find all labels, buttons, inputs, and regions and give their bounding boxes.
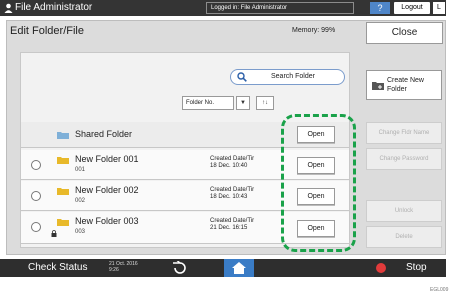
back-icon[interactable] [170,261,190,275]
check-status-button[interactable]: Check Status [28,261,87,275]
delete-button[interactable]: Delete [366,226,442,248]
folder-number: 003 [75,229,86,235]
search-folder-button[interactable]: Search Folder [230,69,345,85]
folder-name: New Folder 001 [75,154,139,164]
help-button[interactable]: ? [370,2,390,14]
folder-name: New Folder 003 [75,216,139,226]
folder-icon [57,157,69,164]
folder-icon [57,188,69,195]
app-title: File Administrator [15,2,93,13]
login-status: Logged in: File Administrator [206,2,354,14]
search-folder-label: Search Folder [271,73,315,80]
new-folder-icon [372,82,384,90]
stop-icon [376,263,386,273]
lock-icon [51,230,57,237]
change-password-button[interactable]: Change Password [366,148,442,170]
home-button[interactable] [224,259,254,277]
created-date: Created Date/Tir 21 Dec. 16:15 [210,218,255,231]
page-title: Edit Folder/File [10,25,84,37]
radio-button[interactable] [31,222,41,232]
radio-button[interactable] [31,160,41,170]
figure-id: EGL009 [430,287,449,293]
memory-indicator: Memory: 99% [292,27,336,34]
folder-name: New Folder 002 [75,185,139,195]
shared-folder-name: Shared Folder [75,129,133,139]
sort-select[interactable]: Folder No. [182,96,234,110]
folder-number: 001 [75,167,86,173]
chevron-down-icon[interactable]: ▼ [236,96,250,110]
unlock-button[interactable]: Unlock [366,200,442,222]
stop-button[interactable]: Stop [370,259,430,277]
user-icon [4,3,13,13]
bottom-bar: Check Status 21 Oct. 2016 9:26 Stop [0,259,446,277]
home-icon [232,262,246,274]
close-button[interactable]: Close [366,22,443,44]
logout-button[interactable]: Logout [394,2,430,14]
sort-order-button[interactable]: ↑↓ [256,96,274,110]
create-new-folder-button[interactable]: Create New Folder [366,70,442,100]
title-bar: File Administrator Logged in: File Admin… [0,0,446,16]
extra-button[interactable]: L [433,2,445,14]
created-date: Created Date/Tir 18 Dec. 10:43 [210,187,255,200]
folder-icon [57,219,69,226]
stop-label: Stop [406,262,427,273]
open-buttons-highlight [281,114,356,252]
change-folder-name-button[interactable]: Change Fldr Name [366,122,442,144]
created-date: Created Date/Tir 18 Dec. 10:40 [210,156,255,169]
folder-icon [57,132,69,139]
clock: 21 Oct. 2016 9:26 [109,261,138,273]
search-icon [237,72,247,82]
radio-button[interactable] [31,191,41,201]
folder-number: 002 [75,198,86,204]
create-new-folder-label: Create New Folder [387,77,424,93]
